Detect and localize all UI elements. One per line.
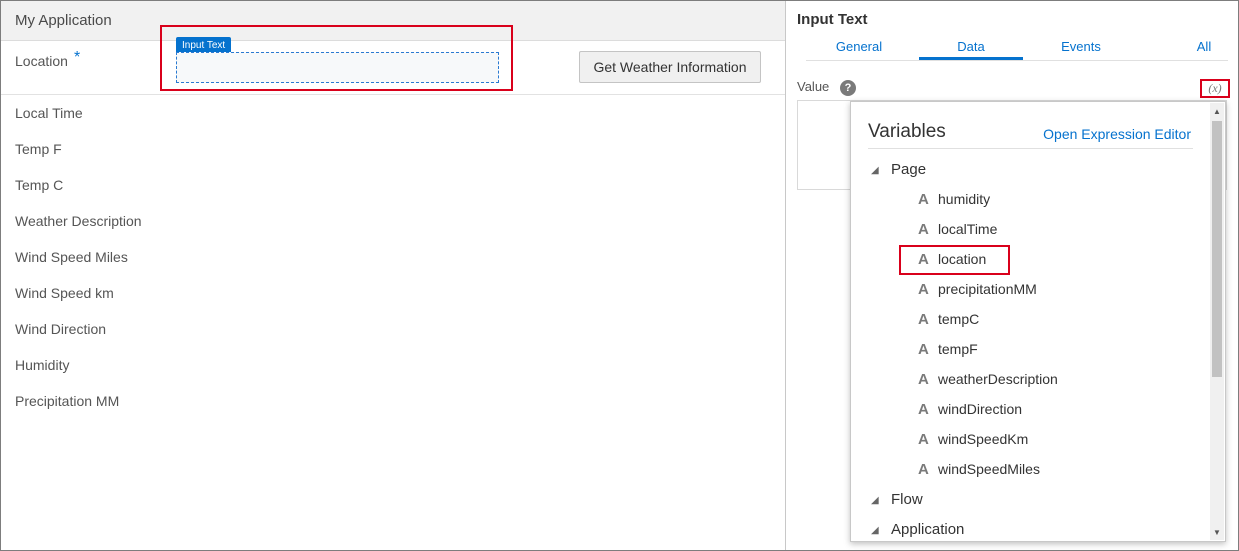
variable-label: localTime — [938, 221, 998, 237]
selected-variable-highlight — [899, 245, 1010, 275]
required-indicator: * — [74, 49, 81, 66]
inspector-title: Input Text — [797, 11, 868, 28]
expand-icon[interactable]: ◢ — [871, 495, 881, 506]
variable-label: tempC — [938, 311, 980, 327]
variable-precipitationmm[interactable]: AprecipitationMM — [918, 281, 1037, 298]
tab-events[interactable]: Events — [1031, 39, 1131, 54]
string-type-icon: A — [918, 311, 929, 328]
variable-weatherdescription[interactable]: AweatherDescription — [918, 371, 1058, 388]
field-label-wind-direction[interactable]: Wind Direction — [15, 321, 106, 337]
field-label-weather-description[interactable]: Weather Description — [15, 213, 142, 229]
variable-tempc[interactable]: AtempC — [918, 311, 979, 328]
string-type-icon: A — [918, 431, 929, 448]
tab-data[interactable]: Data — [919, 39, 1023, 54]
group-application[interactable]: ◢ Application — [871, 521, 964, 538]
string-type-icon: A — [918, 401, 929, 418]
group-page[interactable]: ◢ Page — [871, 161, 926, 178]
variables-popup: Variables Open Expression Editor ◢ Page A… — [850, 101, 1226, 542]
field-label-temp-c[interactable]: Temp C — [15, 177, 63, 193]
field-label-precipitation-mm[interactable]: Precipitation MM — [15, 393, 119, 409]
help-icon[interactable]: ? — [840, 80, 856, 96]
open-expression-editor-link[interactable]: Open Expression Editor — [1043, 126, 1191, 142]
variable-windspeedkm[interactable]: AwindSpeedKm — [918, 431, 1028, 448]
variable-label: windSpeedKm — [938, 431, 1029, 447]
string-type-icon: A — [918, 281, 929, 298]
variable-label: precipitationMM — [938, 281, 1037, 297]
field-label-local-time[interactable]: Local Time — [15, 105, 83, 121]
scrollbar-thumb[interactable] — [1212, 121, 1222, 377]
variable-winddirection[interactable]: AwindDirection — [918, 401, 1022, 418]
scroll-down-icon[interactable]: ▼ — [1213, 528, 1221, 537]
expand-icon[interactable]: ◢ — [871, 525, 881, 536]
variable-picker-button[interactable]: (x) — [1200, 79, 1230, 98]
field-label-wind-speed-miles[interactable]: Wind Speed Miles — [15, 249, 128, 265]
variable-label: tempF — [938, 341, 978, 357]
variable-tempf[interactable]: AtempF — [918, 341, 978, 358]
field-label-temp-f[interactable]: Temp F — [15, 141, 62, 157]
field-label-humidity[interactable]: Humidity — [15, 357, 69, 373]
location-input[interactable] — [176, 52, 499, 83]
string-type-icon: A — [918, 191, 929, 208]
popup-title: Variables — [868, 121, 946, 142]
expand-icon[interactable]: ◢ — [871, 165, 881, 176]
tab-all[interactable]: All — [1158, 39, 1239, 54]
group-flow[interactable]: ◢ Flow — [871, 491, 923, 508]
variable-label: windDirection — [938, 401, 1023, 417]
app-title: My Application — [15, 12, 112, 29]
variable-localtime[interactable]: AlocalTime — [918, 221, 997, 238]
tab-general[interactable]: General — [816, 39, 902, 54]
popup-separator — [868, 148, 1193, 149]
location-label: Location — [15, 53, 68, 69]
group-label: Flow — [891, 491, 923, 508]
variable-label: humidity — [938, 191, 991, 207]
string-type-icon: A — [918, 341, 929, 358]
group-label: Application — [891, 521, 965, 538]
field-label-wind-speed-km[interactable]: Wind Speed km — [15, 285, 114, 301]
form-divider — [1, 94, 785, 95]
variable-humidity[interactable]: Ahumidity — [918, 191, 990, 208]
string-type-icon: A — [918, 221, 929, 238]
get-weather-button[interactable]: Get Weather Information — [579, 51, 761, 83]
value-label: Value — [797, 79, 830, 94]
string-type-icon: A — [918, 461, 929, 478]
variable-label: windSpeedMiles — [938, 461, 1040, 477]
group-label: Page — [891, 161, 927, 178]
active-tab-indicator — [919, 57, 1023, 60]
variable-label: weatherDescription — [938, 371, 1058, 387]
variable-windspeedmiles[interactable]: AwindSpeedMiles — [918, 461, 1040, 478]
string-type-icon: A — [918, 371, 929, 388]
page-canvas: My Application Location * Input Text Get… — [1, 1, 785, 550]
scroll-up-icon[interactable]: ▲ — [1213, 107, 1221, 116]
